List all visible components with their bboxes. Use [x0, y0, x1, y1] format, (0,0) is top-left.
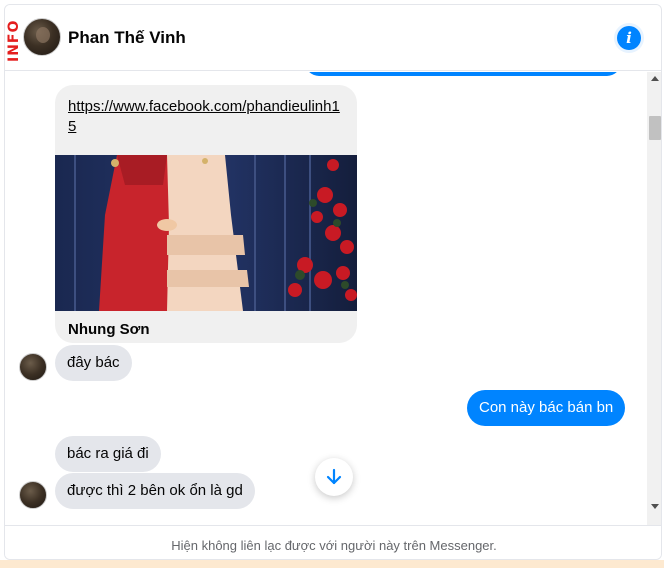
outgoing-message-partial [305, 72, 621, 76]
link-url[interactable]: https://www.facebook.com/phandieulinh15 [68, 97, 348, 137]
scroll-to-bottom-button[interactable] [315, 458, 353, 496]
link-title: Nhung Sơn [68, 321, 150, 338]
link-preview-image[interactable] [55, 155, 357, 311]
page-bottom-strip [0, 560, 664, 568]
scrollbar-thumb[interactable] [649, 116, 661, 140]
photo-illustration [55, 155, 357, 311]
messenger-chat-window: Phan Thế Vinh i https://www.facebook.com… [4, 4, 662, 560]
scroll-down-arrow-icon[interactable] [651, 504, 659, 509]
incoming-message[interactable]: được thì 2 bên ok ổn là gd [55, 473, 255, 509]
contact-name[interactable]: Phan Thế Vinh [68, 28, 186, 48]
incoming-message[interactable]: bác ra giá đi [55, 436, 161, 472]
info-watermark: INFO [6, 19, 22, 62]
link-preview-card[interactable]: https://www.facebook.com/phandieulinh15 [55, 85, 357, 343]
message-list[interactable]: https://www.facebook.com/phandieulinh15 [5, 72, 647, 525]
info-button[interactable]: i [617, 26, 641, 50]
contact-avatar[interactable] [23, 18, 61, 56]
sender-avatar[interactable] [19, 481, 47, 509]
vertical-scrollbar[interactable] [647, 72, 661, 525]
chat-header: Phan Thế Vinh i [5, 5, 661, 71]
scroll-up-arrow-icon[interactable] [651, 76, 659, 81]
unavailable-notice-text: Hiện không liên lạc được với người này t… [171, 538, 497, 553]
arrow-down-icon [326, 468, 342, 485]
info-icon: i [626, 29, 632, 47]
sender-avatar[interactable] [19, 353, 47, 381]
outgoing-message[interactable]: Con này bác bán bn [467, 390, 626, 426]
composer-disabled-notice: Hiện không liên lạc được với người này t… [5, 525, 661, 559]
incoming-message[interactable]: đây bác [55, 345, 132, 381]
